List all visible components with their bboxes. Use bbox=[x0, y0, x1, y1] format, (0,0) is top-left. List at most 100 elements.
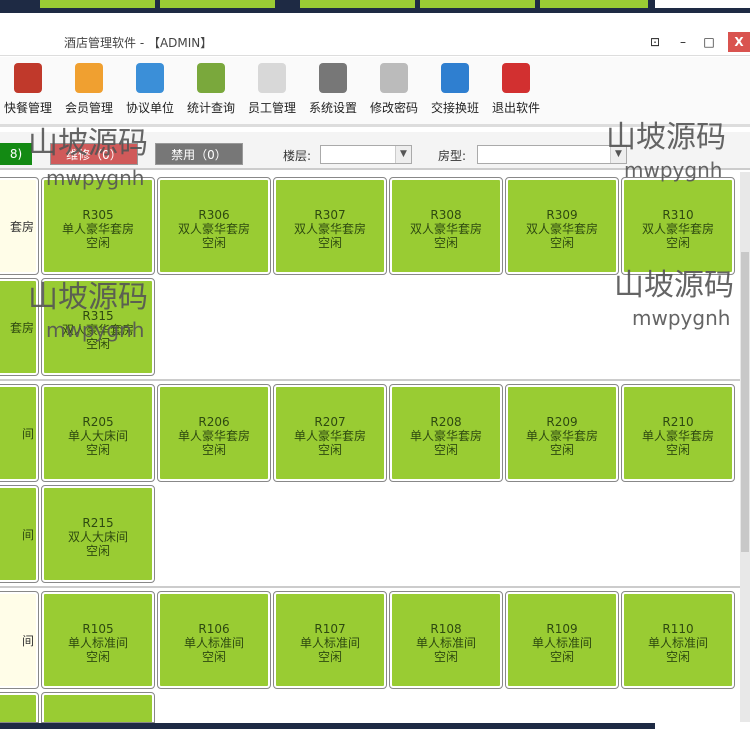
fastfood-icon bbox=[14, 63, 42, 93]
room-status: 空闲 bbox=[85, 650, 110, 664]
room-tile[interactable]: R205 单人大床间 空闲 bbox=[41, 384, 155, 482]
toolbar-button-label: 统计查询 bbox=[186, 101, 235, 115]
scrollbar-thumb[interactable] bbox=[741, 252, 749, 552]
room-type: 单人豪华套房 bbox=[61, 222, 134, 236]
room-status: 空闲 bbox=[85, 544, 110, 558]
room-tile[interactable]: R105 单人标准间 空闲 bbox=[41, 591, 155, 689]
room-tile[interactable]: R206 单人豪华套房 空闲 bbox=[157, 384, 271, 482]
toolbar-button-9[interactable]: 退出软件 bbox=[487, 63, 545, 116]
room-type: 单人标准间 bbox=[183, 636, 244, 650]
title-bar: 酒店管理软件 - 【ADMIN】 ⊡ – □ X bbox=[0, 14, 750, 56]
room-type: 单人标准间 bbox=[531, 636, 592, 650]
room-number: R110 bbox=[662, 622, 694, 636]
toolbar: 快餐管理 会员管理 协议单位 统计查询 员工管理 系统设置 修改密码 交接换班 退出软件 bbox=[0, 57, 750, 127]
room-type: 单人标准间 bbox=[647, 636, 708, 650]
shift-icon bbox=[441, 63, 469, 93]
toolbar-button-6[interactable]: 系统设置 bbox=[304, 63, 362, 116]
room-number: R209 bbox=[546, 415, 578, 429]
toolbar-button-5[interactable]: 员工管理 bbox=[243, 63, 301, 116]
toolbar-button-label: 协议单位 bbox=[125, 101, 174, 115]
room-type: 单人豪华套房 bbox=[293, 429, 366, 443]
room-status: 空闲 bbox=[549, 443, 574, 457]
room-type: 单人标准间 bbox=[415, 636, 476, 650]
room-tile[interactable]: R108 单人标准间 空闲 bbox=[389, 591, 503, 689]
room-tile[interactable]: 套房 bbox=[0, 177, 39, 275]
room-status: 空闲 bbox=[85, 236, 110, 250]
room-type-label: 房型: bbox=[438, 149, 467, 163]
vertical-scrollbar[interactable] bbox=[740, 172, 750, 722]
room-number: R105 bbox=[82, 622, 114, 636]
room-tile[interactable]: R110 单人标准间 空闲 bbox=[621, 591, 735, 689]
room-number: R207 bbox=[314, 415, 346, 429]
room-partial: 间 bbox=[21, 427, 34, 441]
close-button[interactable]: X bbox=[728, 32, 750, 52]
room-number: R305 bbox=[82, 208, 114, 222]
room-tile[interactable]: R305 单人豪华套房 空闲 bbox=[41, 177, 155, 275]
room-type: 单人豪华套房 bbox=[177, 429, 250, 443]
toolbar-button-8[interactable]: 交接换班 bbox=[426, 63, 484, 116]
toolbar-button-4[interactable]: 统计查询 bbox=[182, 63, 240, 116]
room-number: R108 bbox=[430, 622, 462, 636]
room-tile[interactable]: R109 单人标准间 空闲 bbox=[505, 591, 619, 689]
toolbar-button-7[interactable]: 修改密码 bbox=[365, 63, 423, 116]
room-number: R206 bbox=[198, 415, 230, 429]
disabled-status-button[interactable]: 禁用（0） bbox=[155, 143, 243, 165]
room-tile[interactable]: R310 双人豪华套房 空闲 bbox=[621, 177, 735, 275]
room-tile[interactable]: R309 双人豪华套房 空闲 bbox=[505, 177, 619, 275]
room-status: 空闲 bbox=[433, 650, 458, 664]
room-number: R106 bbox=[198, 622, 230, 636]
room-type: 双人大床间 bbox=[67, 530, 128, 544]
room-tile[interactable]: 间 bbox=[0, 591, 39, 689]
room-type: 单人豪华套房 bbox=[641, 429, 714, 443]
room-tile[interactable]: R315 双人豪华套房 空闲 bbox=[41, 278, 155, 376]
maximize-button[interactable]: □ bbox=[698, 32, 720, 52]
restore-icon[interactable]: ⊡ bbox=[644, 32, 666, 52]
floor-label: 楼层: bbox=[283, 149, 312, 163]
room-tile[interactable]: R308 双人豪华套房 空闲 bbox=[389, 177, 503, 275]
room-partial: 间 bbox=[21, 528, 34, 542]
room-tile[interactable]: 套房 bbox=[0, 278, 39, 376]
room-tile[interactable]: R307 双人豪华套房 空闲 bbox=[273, 177, 387, 275]
agreement-icon bbox=[136, 63, 164, 93]
room-tile[interactable]: 间 bbox=[0, 485, 39, 583]
room-number: R306 bbox=[198, 208, 230, 222]
toolbar-button-3[interactable]: 协议单位 bbox=[121, 63, 179, 116]
room-status: 空闲 bbox=[665, 650, 690, 664]
room-number: R315 bbox=[82, 309, 114, 323]
floor-select[interactable]: ▼ bbox=[320, 145, 412, 164]
room-type: 单人豪华套房 bbox=[525, 429, 598, 443]
room-tile[interactable]: R106 单人标准间 空闲 bbox=[157, 591, 271, 689]
toolbar-button-label: 交接换班 bbox=[430, 101, 479, 115]
toolbar-button-label: 会员管理 bbox=[64, 101, 113, 115]
room-type: 单人豪华套房 bbox=[409, 429, 482, 443]
room-status: 空闲 bbox=[201, 443, 226, 457]
room-tile[interactable]: R207 单人豪华套房 空闲 bbox=[273, 384, 387, 482]
toolbar-button-2[interactable]: 会员管理 bbox=[60, 63, 118, 116]
room-tile[interactable]: R306 双人豪华套房 空闲 bbox=[157, 177, 271, 275]
toolbar-button-label: 员工管理 bbox=[247, 101, 296, 115]
room-type: 双人豪华套房 bbox=[525, 222, 598, 236]
toolbar-button-1[interactable]: 快餐管理 bbox=[0, 63, 57, 116]
room-tile[interactable]: R208 单人豪华套房 空闲 bbox=[389, 384, 503, 482]
room-status: 空闲 bbox=[317, 650, 342, 664]
chevron-down-icon: ▼ bbox=[610, 146, 626, 163]
room-status: 空闲 bbox=[665, 443, 690, 457]
room-tile[interactable]: R210 单人豪华套房 空闲 bbox=[621, 384, 735, 482]
free-status-button[interactable]: 8) bbox=[0, 143, 32, 165]
repair-status-button[interactable]: 维修（0） bbox=[50, 143, 138, 165]
room-tile[interactable]: R215 双人大床间 空闲 bbox=[41, 485, 155, 583]
toolbar-button-label: 修改密码 bbox=[369, 101, 418, 115]
room-tile[interactable]: R107 单人标准间 空闲 bbox=[273, 591, 387, 689]
room-tile[interactable] bbox=[0, 692, 39, 723]
room-grid: 套房 R305 单人豪华套房 空闲 R306 双人豪华套房 空闲 R307 双人豪华套房 空闲 R3… bbox=[0, 172, 740, 723]
room-status: 空闲 bbox=[433, 236, 458, 250]
floor-divider bbox=[0, 379, 740, 381]
room-tile[interactable]: R209 单人豪华套房 空闲 bbox=[505, 384, 619, 482]
filter-bar: 8) 维修（0） 禁用（0） 楼层: ▼ 房型: ▼ bbox=[0, 132, 750, 170]
room-tile[interactable]: 间 bbox=[0, 384, 39, 482]
room-type-select[interactable]: ▼ bbox=[477, 145, 627, 164]
room-status: 空闲 bbox=[549, 236, 574, 250]
minimize-button[interactable]: – bbox=[672, 32, 694, 52]
room-tile[interactable] bbox=[41, 692, 155, 723]
room-status: 空闲 bbox=[85, 337, 110, 351]
